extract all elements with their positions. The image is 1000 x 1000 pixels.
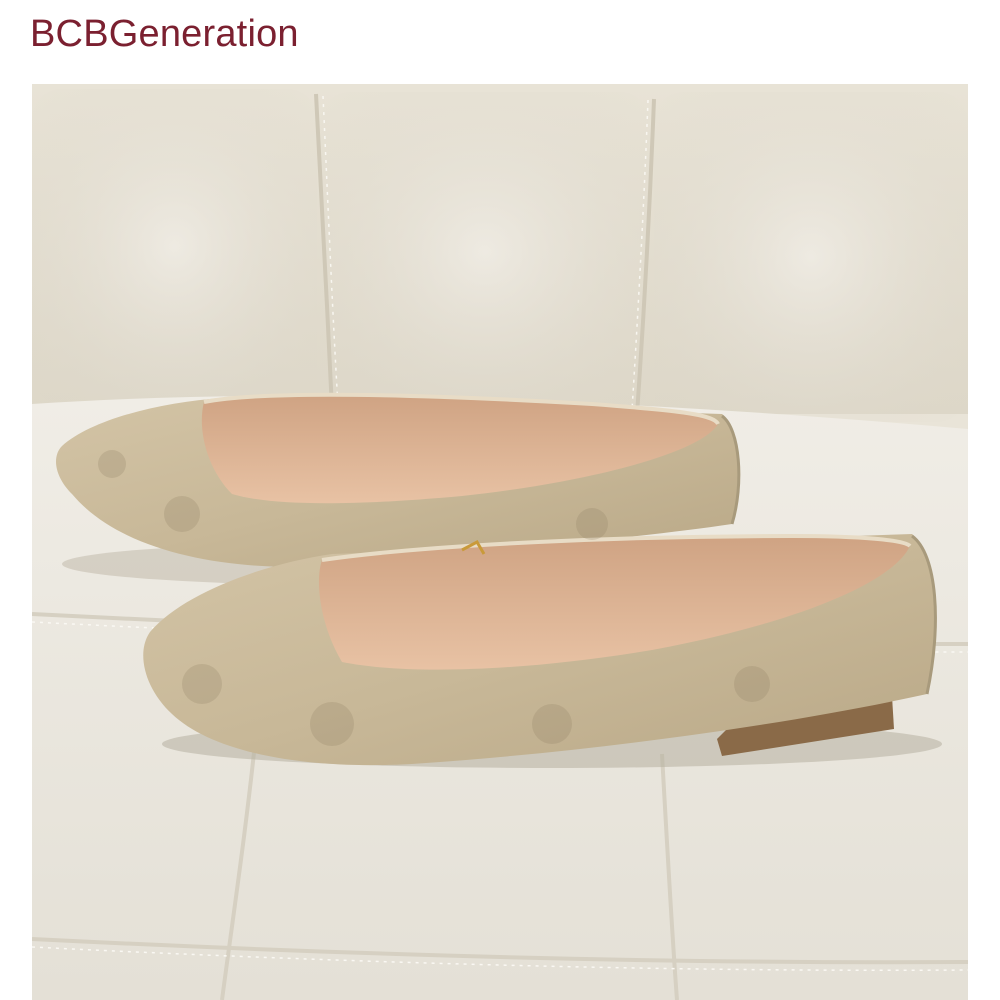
product-photo-illustration <box>32 84 968 1000</box>
backrest-cushions <box>32 89 968 422</box>
product-photo[interactable] <box>32 84 968 1000</box>
product-listing-page: BCBGeneration <box>0 0 1000 1000</box>
brand-link[interactable]: BCBGeneration <box>30 10 299 58</box>
